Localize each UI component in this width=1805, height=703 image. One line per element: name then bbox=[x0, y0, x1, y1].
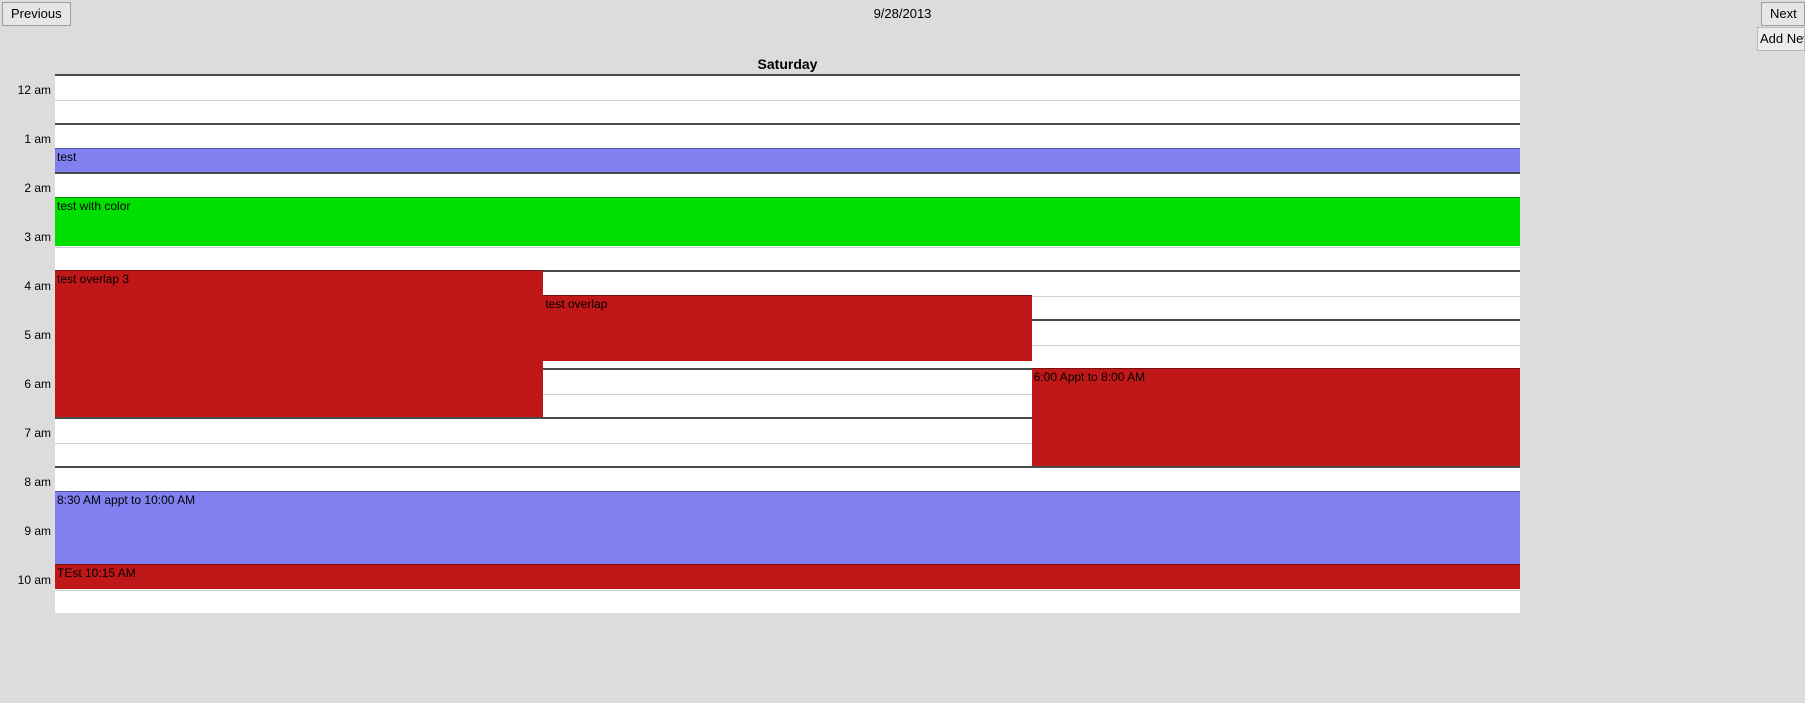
day-header: Saturday bbox=[55, 56, 1520, 72]
time-label: 10 am bbox=[18, 573, 51, 587]
add-new-button[interactable]: Add New bbox=[1757, 27, 1805, 51]
calendar-event[interactable]: test overlap 3 bbox=[55, 270, 543, 417]
hour-row[interactable] bbox=[55, 74, 1520, 123]
calendar-grid[interactable]: test test with color test overlap 3test ov… bbox=[55, 74, 1520, 703]
time-label: 12 am bbox=[18, 83, 51, 97]
right-margin-panel bbox=[1520, 74, 1805, 703]
time-label: 5 am bbox=[24, 328, 51, 342]
time-label: 7 am bbox=[24, 426, 51, 440]
time-label: 8 am bbox=[24, 475, 51, 489]
calendar-event[interactable]: 6:00 Appt to 8:00 AM bbox=[1032, 368, 1520, 466]
next-button[interactable]: Next bbox=[1761, 2, 1805, 26]
half-hour-line bbox=[55, 590, 1520, 591]
half-hour-line bbox=[55, 247, 1520, 248]
time-label: 3 am bbox=[24, 230, 51, 244]
calendar-event[interactable]: TEst 10:15 AM bbox=[55, 564, 1520, 589]
calendar-event[interactable]: test bbox=[55, 148, 1520, 173]
date-title: 9/28/2013 bbox=[874, 6, 932, 21]
time-label: 9 am bbox=[24, 524, 51, 538]
calendar-event[interactable]: test with color bbox=[55, 197, 1520, 246]
time-label: 6 am bbox=[24, 377, 51, 391]
time-gutter: 12 am 1 am 2 am 3 am 4 am 5 am 6 am 7 am 8 am 9 a… bbox=[0, 74, 55, 703]
calendar-event[interactable]: test overlap bbox=[543, 295, 1031, 361]
time-label: 1 am bbox=[24, 132, 51, 146]
previous-button[interactable]: Previous bbox=[2, 2, 71, 26]
calendar-event[interactable]: 8:30 AM appt to 10:00 AM bbox=[55, 491, 1520, 565]
time-label: 4 am bbox=[24, 279, 51, 293]
half-hour-line bbox=[55, 100, 1520, 101]
time-label: 2 am bbox=[24, 181, 51, 195]
